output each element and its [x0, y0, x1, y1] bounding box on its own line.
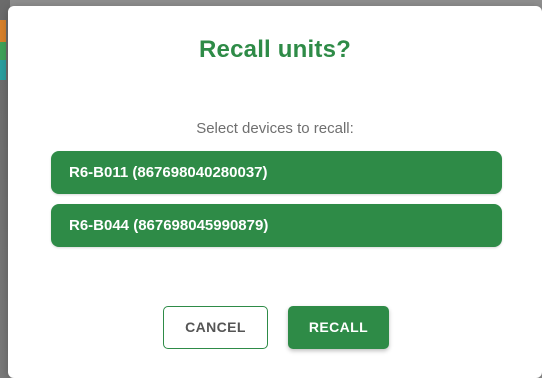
recall-dialog: Recall units? Select devices to recall: …: [8, 6, 542, 378]
device-item[interactable]: R6-B044 (867698045990879): [51, 204, 502, 247]
backdrop-accent-teal: [0, 60, 6, 80]
dialog-subtitle: Select devices to recall:: [196, 120, 354, 137]
backdrop-accent-green: [0, 42, 6, 60]
cancel-button[interactable]: CANCEL: [163, 306, 268, 349]
device-list: R6-B011 (867698040280037) R6-B044 (86769…: [51, 151, 502, 257]
recall-button[interactable]: RECALL: [288, 306, 389, 349]
device-item[interactable]: R6-B011 (867698040280037): [51, 151, 502, 194]
dialog-title: Recall units?: [199, 36, 351, 63]
backdrop-accent-orange: [0, 20, 6, 42]
